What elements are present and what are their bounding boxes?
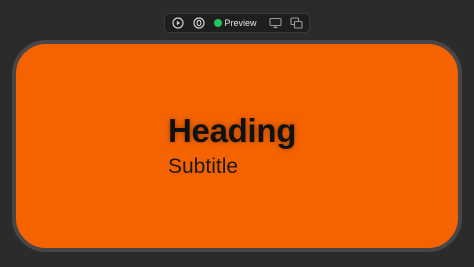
canvas: Preview Heading Subtitle [0,0,474,267]
preview-toolbar: Preview [164,13,310,33]
record-circle-icon [193,17,205,29]
play-button[interactable] [169,15,187,31]
subtitle-text: Subtitle [168,155,239,178]
duplicate-window-icon [290,17,303,29]
duplicate-window-button[interactable] [288,15,306,31]
record-button[interactable] [190,15,208,31]
preview-frame: Heading Subtitle [12,40,462,252]
preview-label: Preview [224,18,257,28]
desktop-view-button[interactable] [267,15,285,31]
preview-toggle[interactable]: Preview [213,18,257,28]
desktop-icon [269,17,282,29]
heading-text: Heading [168,112,297,149]
preview-content: Heading Subtitle [168,112,296,180]
status-dot [213,19,222,27]
play-circle-icon [172,17,184,29]
